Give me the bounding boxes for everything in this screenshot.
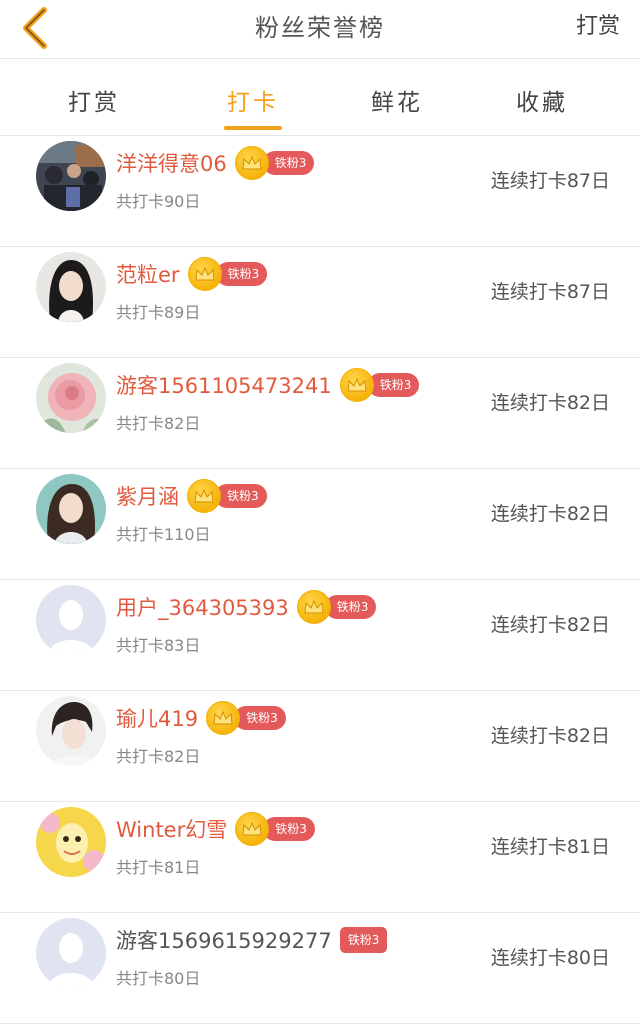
fan-level-label: 铁粉3 bbox=[234, 706, 286, 730]
crown-icon bbox=[206, 701, 241, 735]
total-checkins: 共打卡83日 bbox=[116, 636, 201, 655]
streak-checkins: 连续打卡82日 bbox=[490, 725, 610, 747]
streak-checkins: 连续打卡82日 bbox=[490, 392, 610, 414]
total-checkins: 共打卡90日 bbox=[116, 192, 201, 211]
crown-icon bbox=[339, 368, 374, 402]
top-bar: 粉丝荣誉榜 打赏 bbox=[0, 0, 640, 59]
reward-button[interactable]: 打赏 bbox=[576, 8, 620, 40]
user-name[interactable]: 用户_364305393 bbox=[116, 592, 289, 622]
list-item[interactable]: Winter幻雪 铁粉3 共打卡81日 连续打卡81日 bbox=[0, 802, 640, 913]
tab-flowers[interactable]: 鲜花 bbox=[317, 83, 477, 117]
streak-checkins: 连续打卡87日 bbox=[490, 281, 610, 303]
avatar[interactable] bbox=[36, 252, 106, 322]
fan-level-badge: 铁粉3 bbox=[234, 146, 315, 180]
fan-level-label: 铁粉3 bbox=[263, 817, 315, 841]
fan-level-label: 铁粉3 bbox=[339, 927, 388, 953]
streak-checkins: 连续打卡82日 bbox=[490, 614, 610, 636]
fan-level-label: 铁粉3 bbox=[215, 262, 268, 286]
tab-reward[interactable]: 打赏 bbox=[14, 83, 174, 117]
total-checkins: 共打卡82日 bbox=[116, 747, 201, 766]
total-checkins: 共打卡81日 bbox=[116, 858, 201, 877]
streak-checkins: 连续打卡87日 bbox=[490, 170, 610, 192]
tab-checkin[interactable]: 打卡 bbox=[173, 83, 333, 117]
avatar[interactable] bbox=[36, 474, 106, 544]
page-title: 粉丝荣誉榜 bbox=[255, 14, 385, 42]
avatar[interactable] bbox=[36, 363, 106, 433]
fan-level-label: 铁粉3 bbox=[367, 373, 420, 397]
fan-ranking-list: 洋洋得意06 铁粉3 共打卡90日 连续打卡87日 范粒er 铁粉3 共打卡89… bbox=[0, 136, 640, 1024]
total-checkins: 共打卡82日 bbox=[116, 414, 201, 433]
user-name[interactable]: 紫月涵 bbox=[116, 481, 179, 511]
fan-level-badge: 铁粉3 bbox=[339, 368, 420, 402]
avatar[interactable] bbox=[36, 807, 106, 877]
crown-icon bbox=[187, 257, 222, 291]
avatar[interactable] bbox=[36, 585, 106, 655]
list-item[interactable]: 瑜儿419 铁粉3 共打卡82日 连续打卡82日 bbox=[0, 691, 640, 802]
avatar[interactable] bbox=[36, 696, 106, 766]
tab-bar: 打赏 打卡 鲜花 收藏 bbox=[0, 59, 640, 136]
total-checkins: 共打卡110日 bbox=[116, 525, 211, 544]
streak-checkins: 连续打卡80日 bbox=[490, 947, 610, 969]
crown-icon bbox=[296, 590, 331, 624]
fan-level-label: 铁粉3 bbox=[262, 151, 315, 175]
list-item[interactable]: 游客1561105473241 铁粉3 共打卡82日 连续打卡82日 bbox=[0, 358, 640, 469]
tab-favorites[interactable]: 收藏 bbox=[462, 83, 622, 117]
user-name[interactable]: 洋洋得意06 bbox=[116, 148, 227, 178]
avatar[interactable] bbox=[36, 141, 106, 211]
fan-level-badge: 铁粉3 bbox=[339, 927, 388, 953]
crown-icon bbox=[187, 479, 221, 513]
list-item[interactable]: 紫月涵 铁粉3 共打卡110日 连续打卡82日 bbox=[0, 469, 640, 580]
crown-icon bbox=[234, 146, 269, 180]
list-item[interactable]: 游客1569615929277 铁粉3 共打卡80日 连续打卡80日 bbox=[0, 913, 640, 1024]
user-name[interactable]: Winter幻雪 bbox=[116, 814, 227, 844]
list-item[interactable]: 范粒er 铁粉3 共打卡89日 连续打卡87日 bbox=[0, 247, 640, 358]
crown-icon bbox=[235, 812, 270, 846]
avatar[interactable] bbox=[36, 918, 106, 988]
fan-level-badge: 铁粉3 bbox=[235, 812, 315, 846]
fan-level-badge: 铁粉3 bbox=[187, 257, 268, 291]
streak-checkins: 连续打卡82日 bbox=[490, 503, 610, 525]
total-checkins: 共打卡89日 bbox=[116, 303, 201, 322]
streak-checkins: 连续打卡81日 bbox=[490, 836, 610, 858]
fan-level-badge: 铁粉3 bbox=[296, 590, 377, 624]
user-name[interactable]: 瑜儿419 bbox=[116, 703, 198, 733]
fan-level-label: 铁粉3 bbox=[215, 484, 267, 508]
fan-level-label: 铁粉3 bbox=[324, 595, 377, 619]
active-tab-indicator bbox=[224, 126, 282, 130]
total-checkins: 共打卡80日 bbox=[116, 969, 201, 988]
fan-level-badge: 铁粉3 bbox=[206, 701, 286, 735]
user-name[interactable]: 游客1561105473241 bbox=[116, 370, 332, 400]
user-name[interactable]: 游客1569615929277 bbox=[116, 925, 332, 955]
user-name[interactable]: 范粒er bbox=[116, 259, 180, 289]
list-item[interactable]: 洋洋得意06 铁粉3 共打卡90日 连续打卡87日 bbox=[0, 136, 640, 247]
fan-level-badge: 铁粉3 bbox=[187, 479, 267, 513]
list-item[interactable]: 用户_364305393 铁粉3 共打卡83日 连续打卡82日 bbox=[0, 580, 640, 691]
